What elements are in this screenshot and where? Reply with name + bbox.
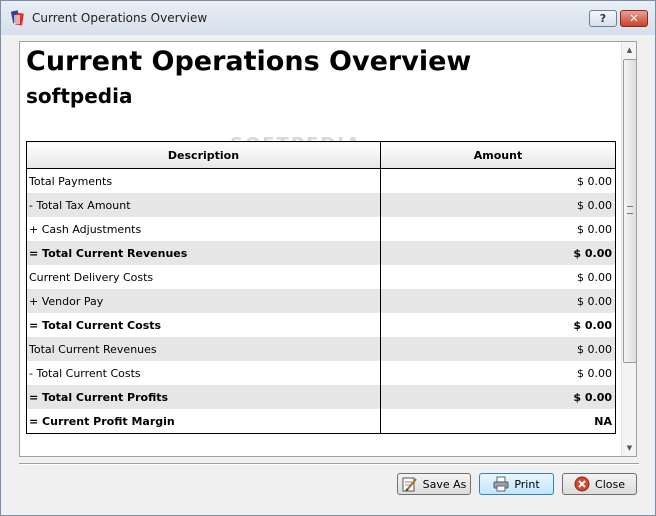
row-amount: $ 0.00 — [380, 313, 616, 337]
row-description: = Total Current Profits — [26, 385, 381, 409]
row-description: Current Delivery Costs — [26, 265, 381, 289]
report-table: Description Amount Total Payments $ 0.00… — [26, 141, 616, 434]
row-amount: $ 0.00 — [380, 193, 616, 217]
table-row: + Cash Adjustments $ 0.00 — [26, 217, 616, 241]
table-row: - Total Current Costs $ 0.00 — [26, 361, 616, 385]
row-amount: $ 0.00 — [380, 337, 616, 361]
row-description: - Total Current Costs — [26, 361, 381, 385]
row-description: Total Current Revenues — [26, 337, 381, 361]
table-row: = Total Current Costs $ 0.00 — [26, 313, 616, 337]
row-description: Total Payments — [26, 168, 381, 193]
row-description: - Total Tax Amount — [26, 193, 381, 217]
close-circle-icon — [574, 476, 590, 492]
row-description: + Vendor Pay — [26, 289, 381, 313]
row-description: = Total Current Costs — [26, 313, 381, 337]
row-amount: NA — [380, 409, 616, 434]
report-view[interactable]: Current Operations Overview softpedia SO… — [19, 41, 637, 457]
print-label: Print — [514, 477, 540, 491]
table-row: Current Delivery Costs $ 0.00 — [26, 265, 616, 289]
report-title: Current Operations Overview — [26, 46, 472, 77]
table-row: = Current Profit Margin NA — [26, 409, 616, 434]
row-amount: $ 0.00 — [380, 217, 616, 241]
table-row: = Total Current Revenues $ 0.00 — [26, 241, 616, 265]
save-as-icon — [402, 477, 417, 492]
row-amount: $ 0.00 — [380, 385, 616, 409]
window-title: Current Operations Overview — [32, 11, 208, 25]
row-amount: $ 0.00 — [380, 168, 616, 193]
window-close-button[interactable]: ✕ — [620, 10, 648, 27]
row-description: = Current Profit Margin — [26, 409, 381, 434]
table-header-row: Description Amount — [26, 141, 616, 169]
printer-icon — [493, 476, 509, 492]
vertical-scrollbar[interactable]: ▲ ▼ — [621, 42, 636, 456]
save-as-button[interactable]: Save As — [397, 473, 471, 495]
table-row: = Total Current Profits $ 0.00 — [26, 385, 616, 409]
description-header: Description — [26, 141, 381, 169]
separator — [19, 463, 639, 465]
scrollbar-thumb[interactable] — [623, 59, 636, 363]
row-amount: $ 0.00 — [380, 241, 616, 265]
row-description: = Total Current Revenues — [26, 241, 381, 265]
scroll-up-arrow-icon[interactable]: ▲ — [622, 43, 636, 57]
close-button[interactable]: Close — [562, 473, 637, 495]
report-window: Current Operations Overview ? ✕ Current … — [0, 0, 656, 516]
help-button[interactable]: ? — [589, 10, 617, 27]
row-amount: $ 0.00 — [380, 289, 616, 313]
title-bar[interactable]: Current Operations Overview ? ✕ — [1, 1, 655, 35]
report-subtitle: softpedia — [26, 84, 133, 108]
print-button[interactable]: Print — [479, 473, 554, 495]
row-amount: $ 0.00 — [380, 265, 616, 289]
table-row: Total Payments $ 0.00 — [26, 168, 616, 193]
row-amount: $ 0.00 — [380, 361, 616, 385]
table-row: - Total Tax Amount $ 0.00 — [26, 193, 616, 217]
scroll-down-arrow-icon[interactable]: ▼ — [622, 441, 636, 455]
close-label: Close — [595, 477, 625, 491]
table-row: + Vendor Pay $ 0.00 — [26, 289, 616, 313]
app-icon — [10, 10, 24, 26]
amount-header: Amount — [380, 141, 616, 169]
scroll-grip-icon — [627, 206, 633, 214]
row-description: + Cash Adjustments — [26, 217, 381, 241]
table-row: Total Current Revenues $ 0.00 — [26, 337, 616, 361]
save-as-label: Save As — [422, 477, 467, 491]
